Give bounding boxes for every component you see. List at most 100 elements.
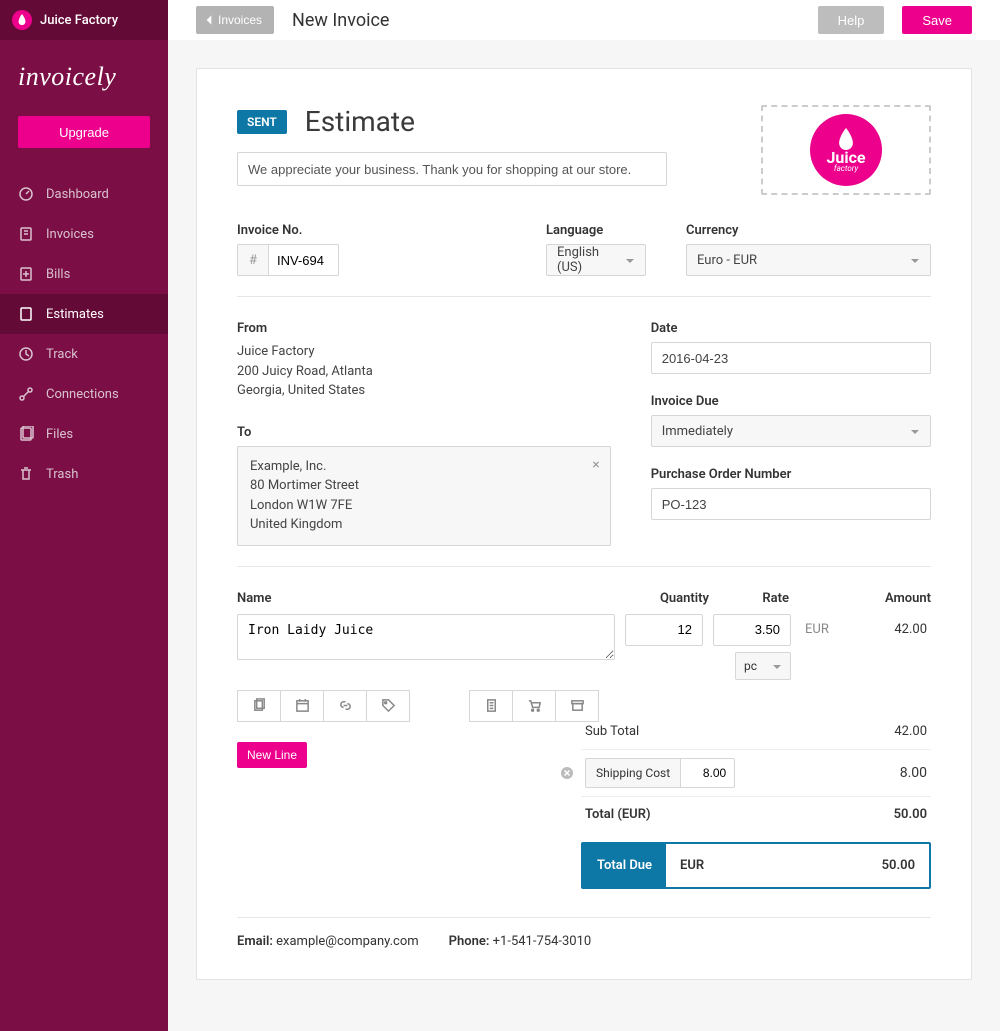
archive-icon[interactable] xyxy=(555,690,599,722)
tag-icon[interactable] xyxy=(366,690,410,722)
new-line-button[interactable]: New Line xyxy=(237,742,307,768)
upgrade-button[interactable]: Upgrade xyxy=(18,116,150,148)
status-badge: SENT xyxy=(237,110,287,134)
phone-value: +1-541-754-3010 xyxy=(493,934,592,949)
invoice-no-input[interactable] xyxy=(269,244,339,276)
unit-select[interactable]: pc xyxy=(735,652,791,680)
total-due-value: 50.00 xyxy=(882,858,915,873)
email-label: Email: xyxy=(237,934,273,949)
item-amount: EUR 42.00 xyxy=(801,614,931,646)
brand-name: Juice Factory xyxy=(40,13,118,28)
sidebar-item-label: Estimates xyxy=(46,307,104,322)
connections-icon xyxy=(18,386,34,402)
main: Invoices New Invoice Help Save SENT Esti… xyxy=(168,0,1000,1031)
currency-label: Currency xyxy=(686,223,931,238)
sidebar-item-dashboard[interactable]: Dashboard xyxy=(0,174,168,214)
footer: Email: example@company.com Phone: +1-541… xyxy=(237,917,931,949)
item-rate-input[interactable] xyxy=(713,614,791,646)
sidebar-item-invoices[interactable]: Invoices xyxy=(0,214,168,254)
subtotal-label: Sub Total xyxy=(585,724,639,739)
company-logo-icon: Juice factory xyxy=(810,114,882,186)
dashboard-icon xyxy=(18,186,34,202)
total-due-row: Total Due EUR 50.00 xyxy=(581,842,931,889)
language-label: Language xyxy=(546,223,646,238)
total-due-label: Total Due xyxy=(583,844,666,887)
shipping-input[interactable] xyxy=(681,758,735,788)
invoice-no-label: Invoice No. xyxy=(237,223,339,238)
brand-badge-icon xyxy=(12,10,32,30)
totals: Sub Total 42.00 Shipping Cost 8.00 xyxy=(581,714,931,889)
from-address: Juice Factory 200 Juicy Road, Atlanta Ge… xyxy=(237,342,611,401)
sidebar-item-files[interactable]: Files xyxy=(0,414,168,454)
chevron-down-icon xyxy=(772,661,782,671)
close-icon[interactable]: × xyxy=(592,455,599,476)
chevron-down-icon xyxy=(910,255,920,265)
due-label: Invoice Due xyxy=(651,394,931,409)
app-logo: invoicely xyxy=(0,40,168,108)
sidebar-item-label: Connections xyxy=(46,387,119,402)
link-icon[interactable] xyxy=(323,690,367,722)
po-label: Purchase Order Number xyxy=(651,467,931,482)
from-label: From xyxy=(237,321,611,336)
sidebar-item-trash[interactable]: Trash xyxy=(0,454,168,494)
date-label: Date xyxy=(651,321,931,336)
sidebar-item-estimates[interactable]: Estimates xyxy=(0,294,168,334)
total-label: Total (EUR) xyxy=(585,807,651,822)
logo-upload-box[interactable]: Juice factory xyxy=(761,105,931,195)
calendar-icon[interactable] xyxy=(280,690,324,722)
currency-value: Euro - EUR xyxy=(697,253,757,268)
sidebar-nav: Dashboard Invoices Bills Estimates Track… xyxy=(0,166,168,494)
col-qty: Quantity xyxy=(641,591,721,606)
due-value: Immediately xyxy=(662,424,733,439)
sidebar-item-bills[interactable]: Bills xyxy=(0,254,168,294)
sidebar-item-label: Track xyxy=(46,347,78,362)
page-title: New Invoice xyxy=(292,10,389,31)
chevron-down-icon xyxy=(910,426,920,436)
line-item-row: pc EUR 42.00 xyxy=(237,614,931,680)
remove-icon[interactable] xyxy=(559,765,575,781)
receipt-icon[interactable] xyxy=(469,690,513,722)
sidebar-item-label: Dashboard xyxy=(46,187,109,202)
topbar: Invoices New Invoice Help Save xyxy=(168,0,1000,40)
brand-row[interactable]: Juice Factory xyxy=(0,0,168,40)
item-name-input[interactable] xyxy=(237,614,615,660)
invoice-card: SENT Estimate Juice factory xyxy=(196,68,972,980)
sidebar-item-label: Invoices xyxy=(46,227,94,242)
sidebar-item-label: Bills xyxy=(46,267,70,282)
language-select[interactable]: English (US) xyxy=(546,244,646,276)
estimates-icon xyxy=(18,306,34,322)
email-value: example@company.com xyxy=(276,934,419,949)
help-button[interactable]: Help xyxy=(818,6,885,34)
cart-icon[interactable] xyxy=(512,690,556,722)
back-button[interactable]: Invoices xyxy=(196,6,274,34)
sidebar: Juice Factory invoicely Upgrade Dashboar… xyxy=(0,0,168,1031)
copy-icon[interactable] xyxy=(237,690,281,722)
sidebar-item-connections[interactable]: Connections xyxy=(0,374,168,414)
bills-icon xyxy=(18,266,34,282)
total-value: 50.00 xyxy=(894,807,927,822)
hash-prefix: # xyxy=(237,244,269,276)
due-select[interactable]: Immediately xyxy=(651,415,931,447)
item-qty-input[interactable] xyxy=(625,614,703,646)
phone-label: Phone: xyxy=(449,934,490,949)
col-name: Name xyxy=(237,591,641,606)
language-value: English (US) xyxy=(557,245,617,275)
trash-icon xyxy=(18,466,34,482)
back-label: Invoices xyxy=(218,13,262,27)
save-button[interactable]: Save xyxy=(902,6,972,34)
subtotal-value: 42.00 xyxy=(894,724,927,739)
currency-select[interactable]: Euro - EUR xyxy=(686,244,931,276)
col-rate: Rate xyxy=(721,591,801,606)
shipping-label: Shipping Cost xyxy=(585,758,681,788)
to-label: To xyxy=(237,425,611,440)
track-icon xyxy=(18,346,34,362)
col-amount: Amount xyxy=(801,591,931,606)
sidebar-item-track[interactable]: Track xyxy=(0,334,168,374)
document-type: Estimate xyxy=(305,105,415,138)
to-address-box[interactable]: × Example, Inc. 80 Mortimer Street Londo… xyxy=(237,446,611,546)
note-input[interactable] xyxy=(237,152,667,186)
unit-value: pc xyxy=(744,659,757,673)
total-due-currency: EUR xyxy=(680,858,704,873)
date-input[interactable] xyxy=(651,342,931,374)
po-input[interactable] xyxy=(651,488,931,520)
